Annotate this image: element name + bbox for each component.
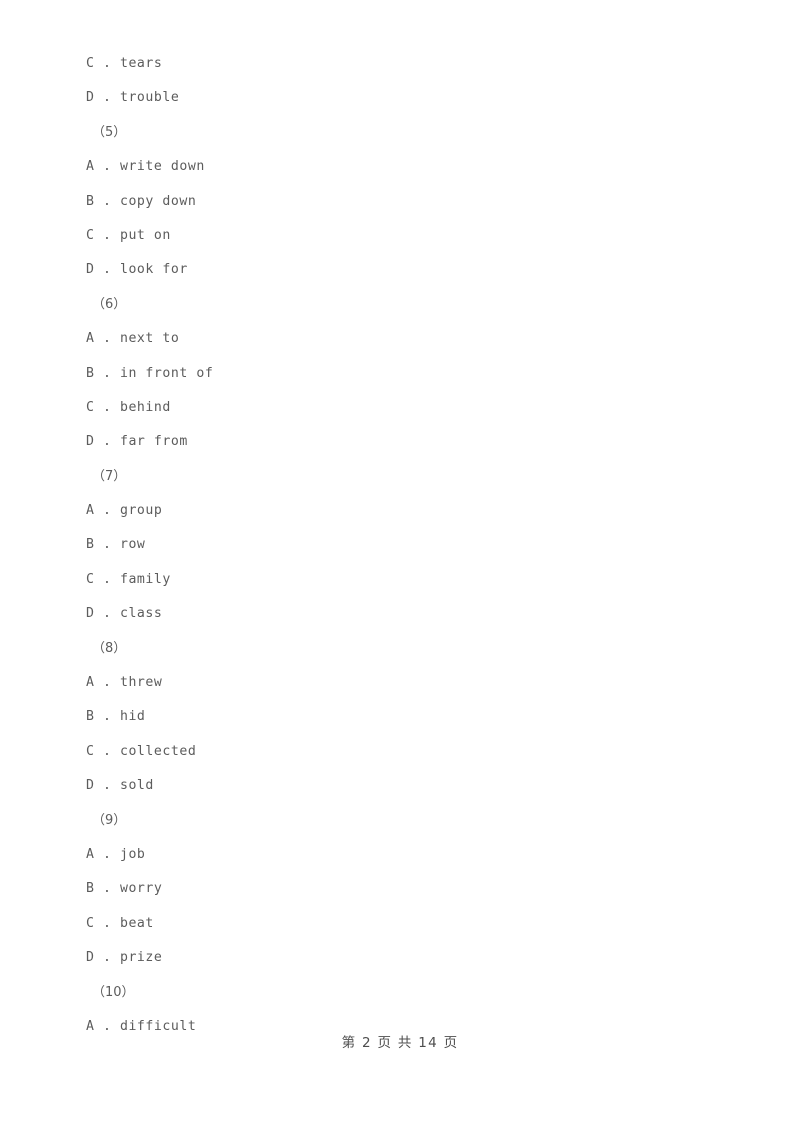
answer-option: B . in front of	[86, 365, 214, 381]
answer-option: D . trouble	[86, 90, 180, 106]
answer-option: A . write down	[86, 159, 205, 175]
answer-option: C . family	[86, 571, 171, 587]
question-number: （5）	[92, 124, 127, 140]
question-number: （8）	[92, 640, 127, 656]
answer-option: D . prize	[86, 950, 163, 966]
page-footer: 第 2 页 共 14 页	[341, 1035, 459, 1051]
question-options-list: C . tears D . trouble （5） A . write down B .…	[86, 47, 726, 1044]
answer-option: C . tears	[86, 56, 163, 71]
answer-option: B . copy down	[86, 193, 197, 209]
answer-option: C . beat	[86, 915, 154, 931]
answer-option: D . look for	[86, 262, 188, 278]
answer-option: B . worry	[86, 881, 163, 897]
answer-option: D . class	[86, 606, 163, 622]
question-number: （10）	[92, 984, 135, 1000]
answer-option: C . collected	[86, 743, 197, 759]
question-number: （9）	[92, 812, 127, 828]
answer-option: A . job	[86, 846, 146, 862]
answer-option: A . group	[86, 503, 163, 519]
answer-option: A . threw	[86, 675, 163, 691]
answer-option: A . next to	[86, 331, 180, 347]
answer-option: B . hid	[86, 709, 146, 725]
question-number: （6）	[92, 296, 127, 312]
question-number: （7）	[92, 468, 127, 484]
document-page: C . tears D . trouble （5） A . write down B .…	[0, 0, 800, 1132]
answer-option: D . sold	[86, 778, 154, 794]
answer-option: B . row	[86, 537, 146, 553]
answer-option: C . put on	[86, 227, 171, 243]
answer-option: D . far from	[86, 434, 188, 450]
answer-option: C . behind	[86, 399, 171, 415]
